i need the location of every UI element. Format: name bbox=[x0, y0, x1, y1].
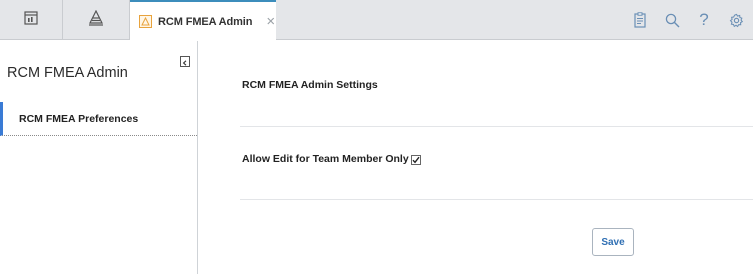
divider bbox=[240, 199, 753, 200]
checkmark-icon bbox=[412, 156, 420, 164]
divider bbox=[240, 126, 753, 127]
top-tab-bar: RCM FMEA Admin × ? bbox=[0, 0, 753, 41]
chevron-left-icon bbox=[182, 53, 188, 71]
dashboard-icon bbox=[24, 10, 38, 30]
toolbar-right: ? bbox=[631, 0, 745, 40]
save-button[interactable]: Save bbox=[592, 228, 634, 256]
sidebar-title: RCM FMEA Admin bbox=[7, 65, 128, 81]
dashboard-button[interactable] bbox=[0, 0, 63, 40]
asset-hierarchy-icon bbox=[88, 9, 104, 31]
search-icon[interactable] bbox=[663, 11, 681, 29]
tab-title: RCM FMEA Admin bbox=[158, 15, 253, 28]
field-label: Allow Edit for Team Member Only bbox=[242, 153, 409, 165]
section-title: RCM FMEA Admin Settings bbox=[242, 79, 378, 91]
collapse-sidebar-button[interactable] bbox=[180, 56, 190, 67]
sidebar: RCM FMEA Admin RCM FMEA Preferences bbox=[0, 41, 198, 274]
team-member-only-field: Allow Edit for Team Member Only bbox=[242, 153, 421, 165]
close-icon[interactable]: × bbox=[266, 14, 275, 29]
settings-panel: RCM FMEA Admin Settings Allow Edit for T… bbox=[199, 41, 753, 274]
sidebar-item-rcm-fmea-preferences[interactable]: RCM FMEA Preferences bbox=[0, 102, 197, 136]
rcm-warning-icon bbox=[139, 15, 152, 28]
help-icon[interactable]: ? bbox=[695, 10, 713, 29]
team-member-only-checkbox[interactable] bbox=[410, 155, 421, 165]
tab-rcm-fmea-admin[interactable]: RCM FMEA Admin × bbox=[130, 0, 276, 41]
asset-hierarchy-button[interactable] bbox=[63, 0, 130, 40]
sidebar-item-label: RCM FMEA Preferences bbox=[19, 112, 139, 125]
settings-icon[interactable] bbox=[727, 11, 745, 29]
clipboard-icon[interactable] bbox=[631, 11, 649, 29]
